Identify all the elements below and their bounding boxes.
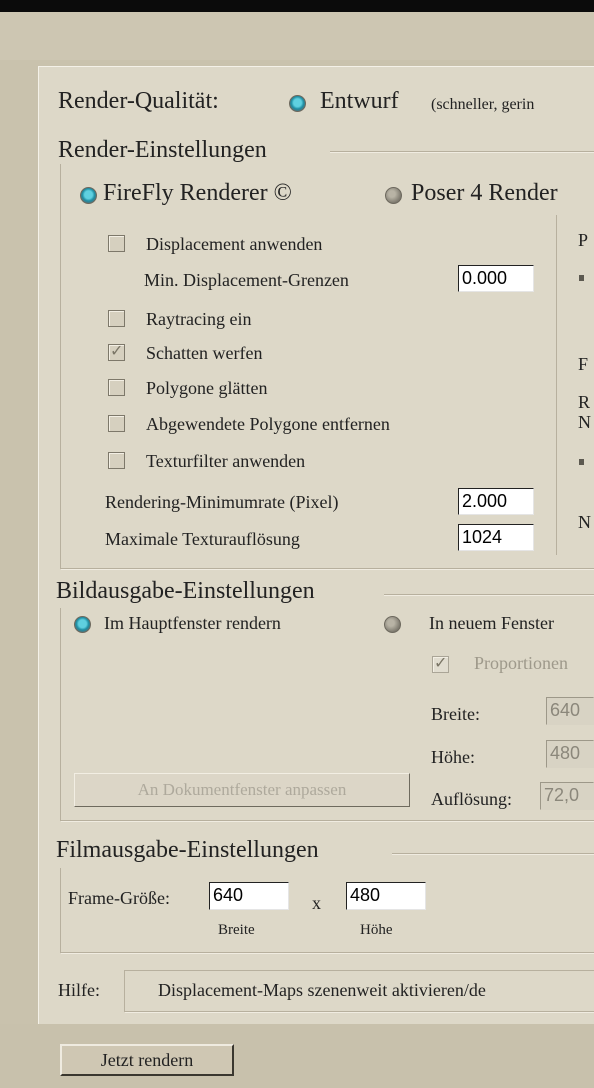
resolution-input[interactable]: 72,0 — [540, 782, 594, 810]
frame-width-caption: Breite — [218, 922, 255, 938]
smooth-polygons-label[interactable]: Polygone glätten — [146, 378, 267, 399]
resolution-label: Auflösung: — [431, 789, 512, 809]
proportions-checkbox[interactable] — [432, 653, 449, 673]
remove-backfacing-checkbox[interactable] — [108, 415, 125, 432]
frame-width-input[interactable]: 640 — [209, 882, 289, 910]
image-output-divider — [384, 594, 594, 596]
quality-draft-radio[interactable] — [289, 95, 306, 112]
help-text: Displacement-Maps szenenweit aktivieren/… — [158, 980, 486, 1000]
remove-backfacing-label[interactable]: Abgewendete Polygone entfernen — [146, 414, 390, 435]
right-column-fragment: F — [578, 354, 589, 374]
displacement-checkbox[interactable] — [108, 235, 125, 252]
frame-height-input[interactable]: 480 — [346, 882, 426, 910]
poser4-renderer-label[interactable]: Poser 4 Render — [411, 180, 558, 207]
quality-draft-label[interactable]: Entwurf — [320, 88, 399, 115]
right-column-fragment: N — [578, 412, 591, 432]
render-main-window-label[interactable]: Im Hauptfenster rendern — [104, 613, 281, 634]
image-output-title: Bildausgabe-Einstellungen — [56, 578, 315, 604]
min-displacement-input[interactable]: 0.000 — [458, 265, 534, 292]
image-width-label: Breite: — [431, 704, 480, 724]
image-height-label: Höhe: — [431, 747, 475, 767]
frame-size-separator: x — [312, 893, 321, 913]
movie-output-divider — [392, 853, 594, 855]
firefly-renderer-radio[interactable] — [80, 187, 97, 204]
render-quality-label: Render-Qualität: — [58, 88, 219, 114]
render-new-window-label[interactable]: In neuem Fenster — [429, 613, 554, 634]
raytracing-label[interactable]: Raytracing ein — [146, 309, 251, 330]
render-settings-title: Render-Einstellungen — [58, 137, 267, 163]
movie-output-title: Filmausgabe-Einstellungen — [56, 837, 319, 863]
render-settings-divider — [330, 151, 594, 153]
quality-draft-note: (schneller, gerin — [431, 96, 535, 113]
cast-shadows-label[interactable]: Schatten werfen — [146, 343, 262, 364]
right-column-divider — [556, 215, 557, 555]
image-height-input[interactable]: 480 — [546, 740, 594, 768]
cast-shadows-checkbox[interactable] — [108, 341, 125, 361]
window-top-border — [0, 0, 594, 12]
right-column-fragment: R — [578, 392, 591, 412]
min-rate-input[interactable]: 2.000 — [458, 488, 534, 515]
proportions-label[interactable]: Proportionen — [474, 653, 568, 674]
smooth-polygons-checkbox[interactable] — [108, 379, 125, 396]
right-column-bullet — [579, 275, 584, 281]
movie-output-frame — [60, 868, 594, 953]
right-column-fragment: N — [578, 512, 591, 532]
min-displacement-label: Min. Displacement-Grenzen — [144, 270, 349, 290]
min-rate-label: Rendering-Minimumrate (Pixel) — [105, 492, 339, 512]
texture-filter-label[interactable]: Texturfilter anwenden — [146, 451, 305, 472]
firefly-renderer-label[interactable]: FireFly Renderer © — [103, 180, 292, 207]
max-texture-label: Maximale Texturauflösung — [105, 529, 300, 549]
render-main-window-radio[interactable] — [74, 616, 91, 633]
render-new-window-radio[interactable] — [384, 616, 401, 633]
displacement-label[interactable]: Displacement anwenden — [146, 234, 322, 255]
poser4-renderer-radio[interactable] — [385, 187, 402, 204]
frame-size-label: Frame-Größe: — [68, 888, 170, 908]
image-width-input[interactable]: 640 — [546, 697, 594, 725]
raytracing-checkbox[interactable] — [108, 310, 125, 327]
fit-to-document-button[interactable]: An Dokumentfenster anpassen — [74, 773, 410, 807]
render-now-button[interactable]: Jetzt rendern — [60, 1044, 234, 1076]
max-texture-input[interactable]: 1024 — [458, 524, 534, 551]
dialog-header-strip — [0, 12, 594, 60]
right-column-fragment: P — [578, 230, 589, 250]
help-label: Hilfe: — [58, 980, 100, 1000]
texture-filter-checkbox[interactable] — [108, 452, 125, 469]
right-column-bullet — [579, 459, 584, 465]
frame-height-caption: Höhe — [360, 922, 393, 938]
